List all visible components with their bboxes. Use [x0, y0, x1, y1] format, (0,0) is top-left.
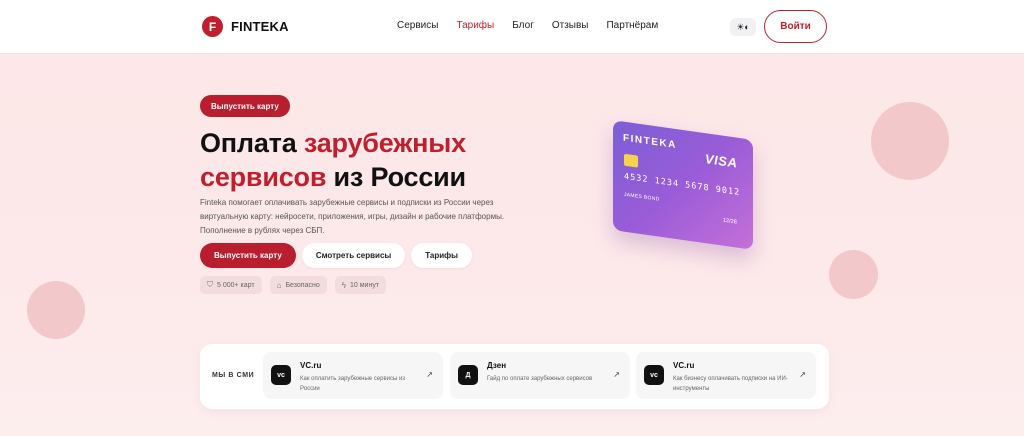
media-title: VC.ru	[300, 361, 322, 370]
badge-label: 10 минут	[350, 281, 380, 289]
shield-icon: ⛉	[207, 280, 213, 289]
chip-icon	[624, 153, 638, 168]
lock-icon: ⌂	[276, 280, 282, 290]
badge-label: Безопасно	[285, 281, 320, 289]
theme-toggle[interactable]: ☀◐	[730, 18, 756, 36]
view-services-button[interactable]: Смотреть сервисы	[301, 243, 406, 268]
title-part: Оплата	[200, 128, 304, 158]
vc-logo-icon: vc	[644, 365, 664, 385]
badge-label: 5 000+ карт	[217, 281, 255, 289]
nav-item-tariffs[interactable]: Тарифы	[456, 20, 494, 31]
badge-speed: ϟ 10 минут	[334, 276, 387, 294]
sun-icon: ☀◐	[736, 21, 750, 32]
media-card[interactable]: Д Дзен Гайд по оплате зарубежных сервисо…	[450, 352, 630, 399]
title-highlight: зарубежных	[303, 128, 466, 158]
media-title: VC.ru	[673, 361, 695, 370]
nav-item-services[interactable]: Сервисы	[397, 20, 438, 31]
media-card[interactable]: vc VC.ru Как бизнесу оплачивать подписки…	[636, 352, 816, 399]
vc-logo-icon: vc	[271, 365, 291, 385]
main-nav: Сервисы Тарифы Блог Отзывы Партнёрам	[397, 20, 658, 31]
nav-item-partners[interactable]: Партнёрам	[606, 20, 658, 31]
lightning-icon: ϟ	[341, 280, 346, 290]
logo-text: FINTEKA	[231, 19, 289, 34]
card-expiry: 12/28	[723, 217, 737, 226]
arrow-up-right-icon: ↗	[613, 370, 620, 379]
title-highlight: сервисов	[200, 162, 327, 192]
visa-logo: VISA	[705, 151, 738, 171]
decor-circle	[829, 250, 878, 299]
media-desc: Как бизнесу оплачивать подписки на ИИ-ин…	[673, 376, 788, 392]
dzen-logo-icon: Д	[458, 365, 478, 385]
media-label: МЫ В СМИ	[212, 372, 255, 379]
arrow-up-right-icon: ↗	[799, 370, 806, 379]
media-desc: Как оплатить зарубежные сервисы из Росси…	[300, 376, 406, 392]
issue-card-button[interactable]: Выпустить карту	[200, 243, 296, 268]
media-mentions: МЫ В СМИ vc VC.ru Как оплатить зарубежны…	[200, 344, 829, 409]
site-header: F FINTEKA Сервисы Тарифы Блог Отзывы Пар…	[0, 0, 1024, 54]
nav-item-blog[interactable]: Блог	[512, 20, 534, 31]
badge-cards-count: ⛉ 5 000+ карт	[200, 276, 262, 294]
virtual-card-illustration: FINTEKA VISA 4532 1234 5678 9012 JAMES B…	[613, 120, 763, 260]
decor-circle	[871, 102, 949, 180]
logo-mark-icon: F	[202, 16, 223, 37]
title-part: из России	[326, 162, 467, 192]
hero-actions: Выпустить карту Смотреть сервисы Тарифы	[200, 243, 473, 268]
card-brand: FINTEKA	[623, 132, 677, 152]
tariffs-button[interactable]: Тарифы	[411, 243, 473, 268]
login-button[interactable]: Войти	[764, 10, 827, 43]
media-desc: Гайд по оплате зарубежных сервисов	[487, 376, 593, 382]
card-holder: JAMES BOND	[624, 191, 660, 203]
logo[interactable]: F FINTEKA	[202, 16, 289, 37]
media-title: Дзен	[487, 361, 507, 370]
hero-description: Finteka помогает оплачивать зарубежные с…	[200, 198, 505, 235]
arrow-up-right-icon: ↗	[426, 370, 433, 379]
badge-secure: ⌂ Безопасно	[269, 276, 327, 294]
issue-card-pill-button[interactable]: Выпустить карту	[200, 95, 290, 117]
media-card[interactable]: vc VC.ru Как оплатить зарубежные сервисы…	[263, 352, 443, 399]
virtual-card: FINTEKA VISA 4532 1234 5678 9012 JAMES B…	[613, 120, 753, 250]
hero-badges: ⛉ 5 000+ карт ⌂ Безопасно ϟ 10 минут	[200, 276, 387, 294]
decor-circle	[27, 281, 85, 339]
hero-section: Выпустить карту Оплата зарубежных сервис…	[0, 54, 1024, 436]
nav-item-reviews[interactable]: Отзывы	[552, 20, 589, 31]
hero-title: Оплата зарубежных сервисов из России	[200, 126, 466, 194]
